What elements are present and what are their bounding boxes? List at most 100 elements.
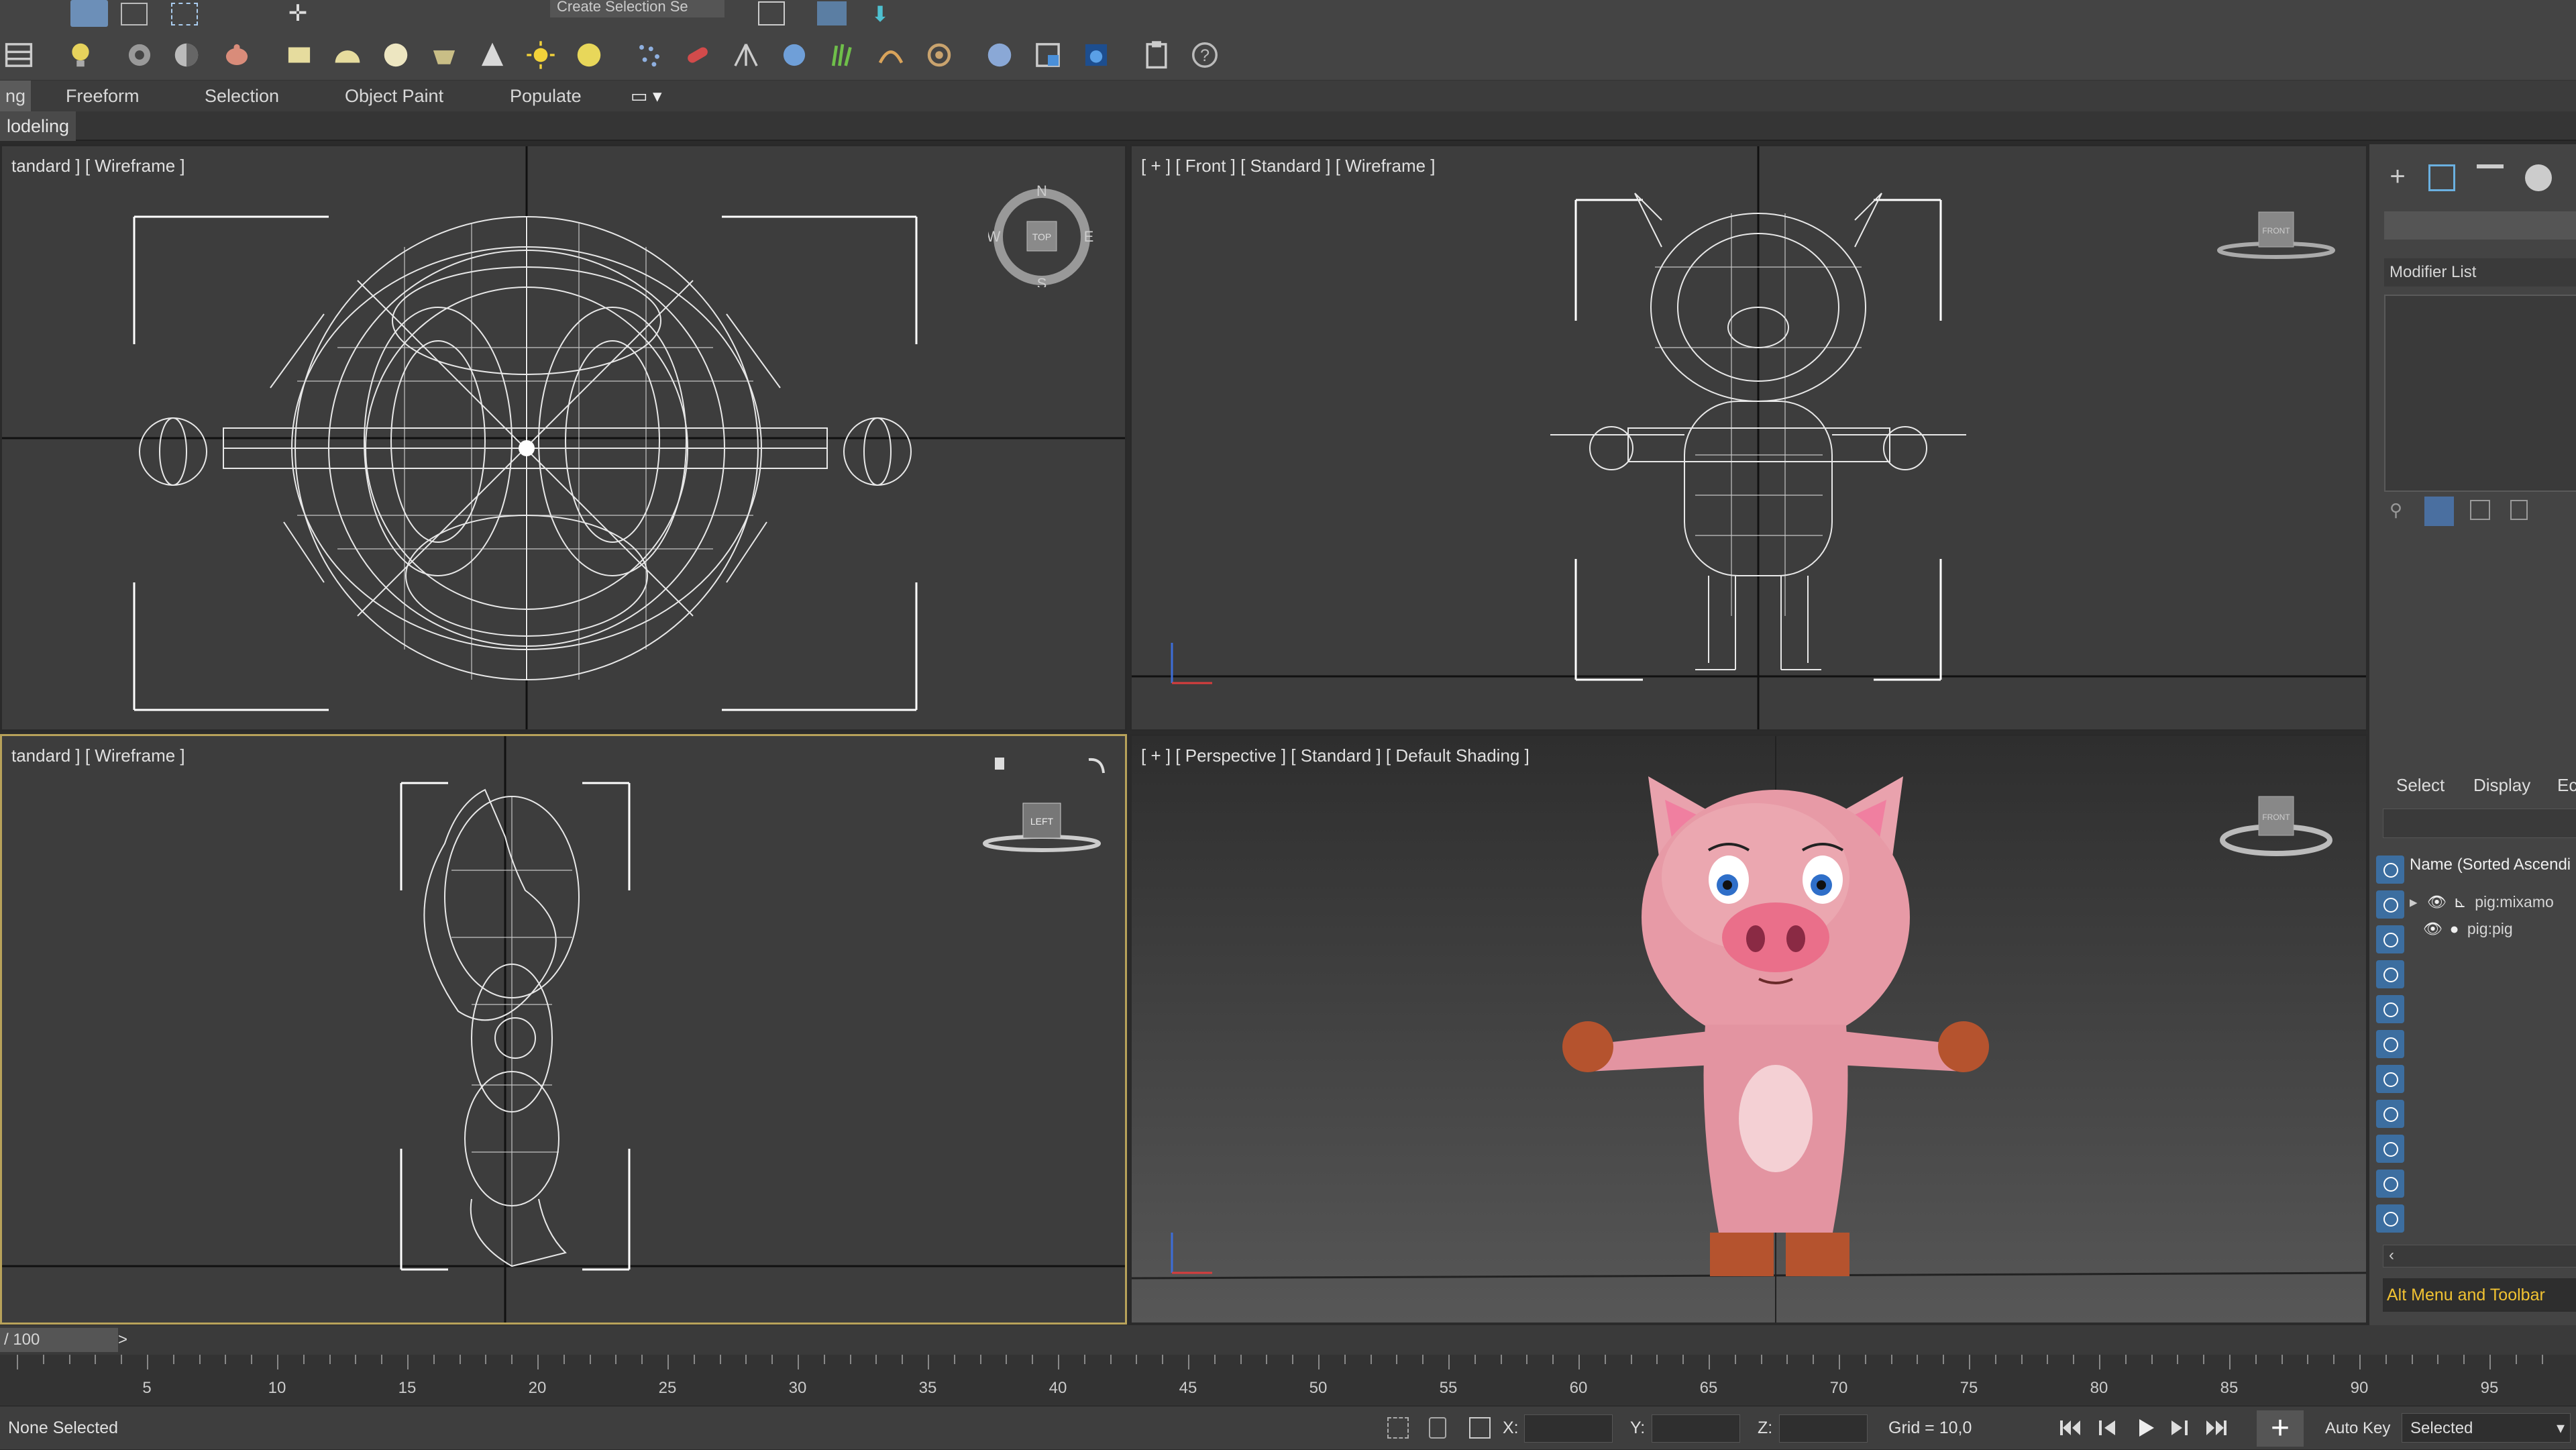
list-item[interactable]: ▸ 👁 ⊾ pig:mixamo — [2410, 889, 2554, 915]
light-sphere-icon[interactable] — [570, 36, 608, 74]
tab-freeform[interactable]: Freeform — [66, 81, 140, 111]
make-unique-icon[interactable] — [2470, 500, 2490, 520]
hemisphere-icon[interactable] — [329, 36, 366, 74]
pin-stack-icon[interactable]: ⚲ — [2390, 500, 2410, 520]
previous-frame-icon[interactable] — [2093, 1413, 2123, 1443]
list-item[interactable]: 👁 ● pig:pig — [2423, 916, 2513, 941]
sphere-icon[interactable] — [377, 36, 415, 74]
add-key-button[interactable]: + — [2257, 1410, 2304, 1447]
tab-populate[interactable]: Populate — [510, 81, 582, 111]
z-coordinate-field[interactable] — [1779, 1414, 1868, 1443]
go-to-end-icon[interactable] — [2202, 1413, 2231, 1443]
track-bar[interactable]: 5 10 15 20 25 30 35 40 45 50 55 60 65 70 75 80 85 90 95 — [0, 1355, 2576, 1406]
plane-icon[interactable] — [280, 36, 318, 74]
clipboard-icon[interactable] — [1138, 36, 1175, 74]
filter-frozen-icon[interactable] — [2376, 1204, 2404, 1233]
render-frame-icon[interactable] — [121, 36, 158, 74]
scene-explorer-search[interactable] — [2383, 809, 2576, 838]
display-tab-icon[interactable] — [2525, 164, 2552, 191]
modifier-list-dropdown[interactable]: Modifier List — [2384, 258, 2576, 287]
visibility-eye-icon[interactable]: 👁 — [2427, 893, 2447, 911]
next-frame-button[interactable]: > — [118, 1328, 138, 1352]
viewcube-front[interactable]: FRONT — [2216, 200, 2337, 267]
layer-explorer-button[interactable] — [758, 1, 785, 25]
create-tab-icon[interactable]: + — [2383, 163, 2412, 193]
region-select-button[interactable] — [171, 3, 198, 25]
absolute-mode-icon[interactable] — [1469, 1417, 1491, 1439]
render-setup-button[interactable]: ⬇ — [865, 1, 895, 26]
modifier-stack[interactable] — [2384, 295, 2576, 492]
next-frame-icon[interactable] — [2164, 1413, 2194, 1443]
object-name-field[interactable] — [2384, 211, 2576, 240]
sun-icon[interactable] — [522, 36, 559, 74]
viewcube-compass[interactable]: TOP N S E W — [987, 180, 1095, 292]
viewport-left[interactable]: tandard ] [ Wireframe ] LEFT — [0, 734, 1127, 1325]
viewcube-perspective[interactable]: FRONT — [2216, 783, 2337, 864]
filter-lights-icon[interactable] — [2376, 925, 2404, 953]
isolate-icon[interactable] — [1387, 1417, 1409, 1439]
tab-edit[interactable]: Ec — [2557, 768, 2576, 802]
explorer-column-header[interactable]: Name (Sorted Ascendi — [2410, 856, 2571, 874]
filter-xrefs-icon[interactable] — [2376, 1100, 2404, 1128]
grass-icon[interactable] — [824, 36, 861, 74]
lightbulb-icon[interactable] — [62, 36, 99, 74]
show-end-result-button[interactable] — [2424, 497, 2454, 526]
time-slider[interactable]: / 100 > — [0, 1325, 2576, 1355]
ribbon-panel-label[interactable]: lodeling — [0, 111, 76, 141]
material-editor-icon[interactable] — [168, 36, 205, 74]
explorer-scrollbar[interactable]: ‹ — [2383, 1245, 2576, 1267]
help-button[interactable]: ? — [1186, 36, 1224, 74]
select-by-name-button[interactable] — [121, 3, 148, 25]
filter-spacewarps-icon[interactable] — [2376, 1030, 2404, 1058]
tab-select[interactable]: Select — [2396, 768, 2445, 802]
move-button[interactable]: ✛ — [282, 0, 314, 27]
snail-icon[interactable] — [920, 36, 958, 74]
curve-editor-button[interactable] — [817, 1, 847, 25]
selection-set-filter[interactable]: Selected ▾ — [2402, 1413, 2571, 1443]
remove-modifier-icon[interactable] — [2510, 500, 2528, 520]
viewport-perspective[interactable]: [ + ] [ Perspective ] [ Standard ] [ Def… — [1130, 734, 2368, 1325]
ribbon-options-icon[interactable]: ▭ ▾ — [631, 81, 662, 111]
y-coordinate-field[interactable] — [1652, 1414, 1740, 1443]
bowl-icon[interactable] — [425, 36, 463, 74]
go-to-start-icon[interactable] — [2055, 1413, 2085, 1443]
render-production-icon[interactable] — [1077, 36, 1115, 74]
filter-shapes-icon[interactable] — [2376, 890, 2404, 919]
tab-selection[interactable]: Selection — [205, 81, 279, 111]
auto-key-button[interactable]: Auto Key — [2325, 1406, 2390, 1450]
tab-object-paint[interactable]: Object Paint — [345, 81, 443, 111]
capsule-icon[interactable] — [679, 36, 716, 74]
alt-menu-toolbar-label[interactable]: Alt Menu and Toolbar — [2383, 1278, 2576, 1312]
viewport-front[interactable]: [ + ] [ Front ] [ Standard ] [ Wireframe… — [1130, 144, 2368, 731]
particles-icon[interactable] — [631, 36, 668, 74]
snowflake-icon[interactable] — [775, 36, 813, 74]
filter-geometry-icon[interactable] — [2376, 856, 2404, 884]
tripod-icon[interactable] — [727, 36, 765, 74]
environment-icon[interactable] — [981, 36, 1018, 74]
select-object-button[interactable] — [70, 0, 108, 27]
filter-groups-icon[interactable] — [2376, 1065, 2404, 1093]
menu-grid-icon[interactable] — [0, 36, 38, 74]
tab-display[interactable]: Display — [2473, 768, 2530, 802]
hair-icon[interactable] — [872, 36, 910, 74]
render-window-icon[interactable] — [1029, 36, 1067, 74]
hierarchy-tab-icon[interactable] — [2477, 164, 2504, 191]
viewcube-left[interactable]: LEFT — [981, 749, 1116, 864]
play-icon[interactable] — [2131, 1413, 2160, 1443]
viewport-top[interactable]: tandard ] [ Wireframe ] TOP N S E — [0, 144, 1127, 731]
home-icon[interactable] — [995, 758, 1004, 770]
cone-icon[interactable] — [474, 36, 511, 74]
selection-set-dropdown[interactable]: Create Selection Se — [550, 0, 724, 17]
render-teapot-icon[interactable] — [218, 36, 256, 74]
filter-containers-icon[interactable] — [2376, 1170, 2404, 1198]
lock-icon[interactable] — [1429, 1417, 1446, 1439]
filter-helpers-icon[interactable] — [2376, 995, 2404, 1023]
tab-modeling[interactable]: ng — [0, 81, 32, 111]
expand-arrow-icon[interactable]: ▸ — [2410, 893, 2418, 911]
rotate-icon[interactable] — [1088, 758, 1105, 774]
filter-bones-icon[interactable] — [2376, 1135, 2404, 1163]
x-coordinate-field[interactable] — [1524, 1414, 1613, 1443]
visibility-eye-icon[interactable]: 👁 — [2423, 920, 2443, 937]
modify-tab-icon[interactable] — [2428, 164, 2455, 191]
frame-counter[interactable]: / 100 — [0, 1328, 118, 1352]
